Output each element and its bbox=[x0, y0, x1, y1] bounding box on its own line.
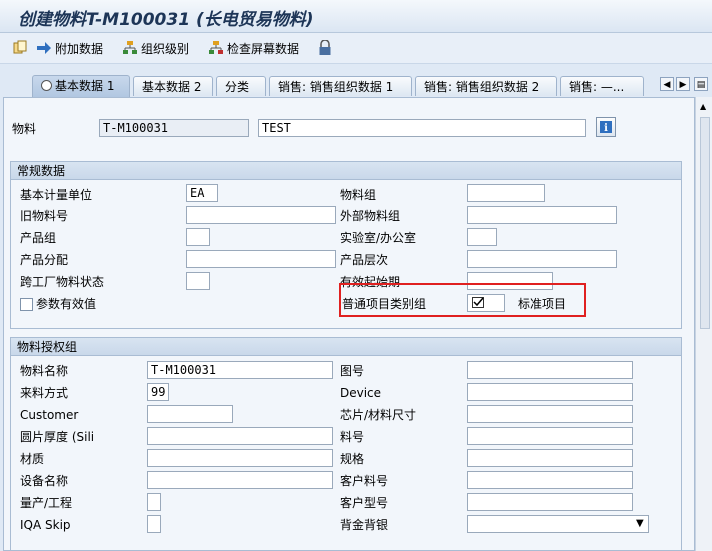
tab-sales-general[interactable]: 销售: —... bbox=[560, 76, 644, 96]
device-field[interactable] bbox=[467, 383, 633, 401]
check-screen-icon bbox=[209, 41, 223, 54]
tab-sales-org-2[interactable]: 销售: 销售组织数据 2 bbox=[415, 76, 557, 96]
info-icon: i bbox=[600, 121, 612, 134]
old-material-field[interactable] bbox=[186, 206, 336, 224]
scrollbar-thumb[interactable] bbox=[700, 117, 710, 329]
material-name-field[interactable]: T-M100031 bbox=[147, 361, 333, 379]
spec-label: 规格 bbox=[340, 452, 365, 466]
tab-scroll-right-button[interactable]: ▶ bbox=[676, 77, 690, 91]
check-screen-data-button[interactable]: 检查屏幕数据 bbox=[208, 39, 299, 57]
window-title: 创建物料T-M100031 (长电贸易物料) bbox=[18, 10, 314, 30]
cross-plant-status-label: 跨工厂物料状态 bbox=[20, 275, 105, 289]
lock-button[interactable] bbox=[318, 39, 335, 57]
material-quality-field[interactable] bbox=[147, 449, 333, 467]
copy-icon bbox=[13, 40, 27, 54]
long-text-button[interactable]: i bbox=[596, 117, 616, 137]
material-description-field[interactable]: TEST bbox=[258, 119, 586, 137]
additional-data-button[interactable]: 附加数据 bbox=[36, 39, 103, 57]
scroll-up-icon[interactable]: ▲ bbox=[700, 102, 706, 111]
device-label: Device bbox=[340, 386, 382, 400]
prod-hierarchy-label: 产品层次 bbox=[340, 253, 389, 267]
customer-part-field[interactable] bbox=[467, 471, 633, 489]
svg-text:i: i bbox=[604, 123, 608, 134]
param-effectivity-checkbox[interactable] bbox=[20, 298, 33, 311]
equipment-name-label: 设备名称 bbox=[20, 474, 69, 488]
division-field[interactable] bbox=[186, 228, 210, 246]
org-hierarchy-icon bbox=[123, 41, 137, 54]
other-view-button[interactable] bbox=[12, 39, 31, 57]
material-label: 物料 bbox=[12, 122, 37, 136]
ext-material-group-field[interactable] bbox=[467, 206, 617, 224]
tab-list-button[interactable]: ▤ bbox=[694, 77, 708, 91]
chip-size-field[interactable] bbox=[467, 405, 633, 423]
source-field[interactable]: 99 bbox=[147, 383, 169, 401]
wafer-thickness-field[interactable] bbox=[147, 427, 333, 445]
drawing-label: 图号 bbox=[340, 364, 365, 378]
material-group-label: 物料组 bbox=[340, 188, 377, 202]
param-effectivity-label: 参数有效值 bbox=[36, 297, 97, 311]
lab-office-label: 实验室/办公室 bbox=[340, 231, 417, 245]
cross-plant-status-field[interactable] bbox=[186, 272, 210, 290]
customer-label: Customer bbox=[20, 408, 79, 422]
ext-material-group-label: 外部物料组 bbox=[340, 209, 401, 223]
lab-office-field[interactable] bbox=[467, 228, 497, 246]
equipment-name-field[interactable] bbox=[147, 471, 333, 489]
application-toolbar bbox=[0, 33, 712, 64]
part-no-field[interactable] bbox=[467, 427, 633, 445]
part-no-label: 料号 bbox=[340, 430, 365, 444]
source-label: 来料方式 bbox=[20, 386, 69, 400]
division-label: 产品组 bbox=[20, 231, 57, 245]
lock-icon bbox=[319, 40, 331, 55]
product-alloc-field[interactable] bbox=[186, 250, 336, 268]
mass-prod-label: 量产/工程 bbox=[20, 496, 73, 510]
arrow-right-icon bbox=[37, 42, 51, 54]
tab-scroll-left-button[interactable]: ◀ bbox=[660, 77, 674, 91]
customer-model-label: 客户型号 bbox=[340, 496, 389, 510]
iqa-skip-field[interactable] bbox=[147, 515, 161, 533]
wafer-thickness-label: 圆片厚度 (Sili bbox=[20, 430, 95, 444]
customer-part-label: 客户料号 bbox=[340, 474, 389, 488]
material-group-field[interactable] bbox=[467, 184, 545, 202]
tab-basic-data-1[interactable]: 基本数据 1 bbox=[32, 75, 130, 97]
base-uom-field[interactable]: EA bbox=[186, 184, 218, 202]
old-material-label: 旧物料号 bbox=[20, 209, 69, 223]
product-alloc-label: 产品分配 bbox=[20, 253, 69, 267]
chip-size-label: 芯片/材料尺寸 bbox=[340, 408, 417, 422]
prod-hierarchy-field[interactable] bbox=[467, 250, 617, 268]
tab-active-icon bbox=[41, 80, 52, 91]
material-number-field[interactable]: T-M100031 bbox=[99, 119, 249, 137]
tab-classification[interactable]: 分类 bbox=[216, 76, 266, 96]
customer-model-field[interactable] bbox=[467, 493, 633, 511]
back-gold-label: 背金背银 bbox=[340, 518, 389, 532]
highlight-box bbox=[339, 283, 586, 317]
mass-prod-field[interactable] bbox=[147, 493, 161, 511]
base-uom-label: 基本计量单位 bbox=[20, 188, 93, 202]
back-gold-dropdown[interactable] bbox=[467, 515, 649, 533]
org-levels-button[interactable]: 组织级别 bbox=[122, 39, 189, 57]
material-auth-title: 物料授权组 bbox=[11, 338, 681, 356]
material-quality-label: 材质 bbox=[20, 452, 45, 466]
tab-basic-data-2[interactable]: 基本数据 2 bbox=[133, 76, 213, 96]
tab-sales-org-1[interactable]: 销售: 销售组织数据 1 bbox=[269, 76, 412, 96]
chevron-down-icon[interactable]: ▼ bbox=[636, 518, 644, 529]
customer-field[interactable] bbox=[147, 405, 233, 423]
spec-field[interactable] bbox=[467, 449, 633, 467]
iqa-skip-label: IQA Skip bbox=[20, 518, 71, 532]
material-name-label: 物料名称 bbox=[20, 364, 69, 378]
vertical-scrollbar[interactable]: ▲ bbox=[695, 97, 712, 551]
general-data-title: 常规数据 bbox=[11, 162, 681, 180]
drawing-field[interactable] bbox=[467, 361, 633, 379]
